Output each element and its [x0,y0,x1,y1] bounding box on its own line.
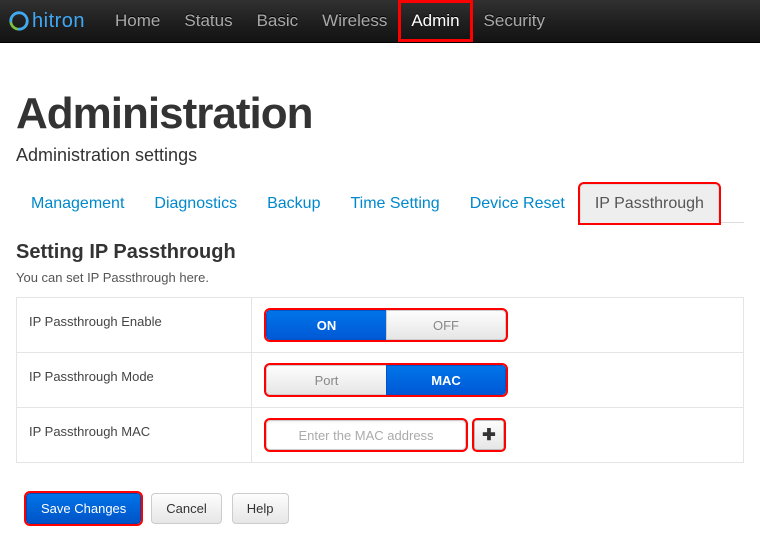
mac-address-input[interactable] [266,420,466,450]
label-passthrough-enable: IP Passthrough Enable [17,298,252,352]
brand-logo: hitron [8,10,85,33]
settings-table: IP Passthrough Enable ON OFF IP Passthro… [16,297,744,463]
mode-mac-button[interactable]: MAC [386,365,506,395]
save-changes-button[interactable]: Save Changes [26,493,141,524]
control-passthrough-mac: ✚ [252,408,743,462]
nav-home[interactable]: Home [103,1,172,41]
plus-icon: ✚ [482,425,495,445]
help-button[interactable]: Help [232,493,289,524]
add-mac-button[interactable]: ✚ [474,420,504,450]
label-passthrough-mac: IP Passthrough MAC [17,408,252,462]
mode-port-button[interactable]: Port [266,365,386,395]
section-desc: You can set IP Passthrough here. [16,270,744,285]
cancel-button[interactable]: Cancel [151,493,221,524]
row-mac: IP Passthrough MAC ✚ [17,408,743,462]
enable-on-button[interactable]: ON [266,310,386,340]
tab-device-reset[interactable]: Device Reset [455,184,580,223]
nav-wireless[interactable]: Wireless [310,1,399,41]
action-bar: Save Changes Cancel Help [16,493,744,534]
tab-ip-passthrough[interactable]: IP Passthrough [580,184,719,223]
tab-management[interactable]: Management [16,184,139,223]
nav-admin[interactable]: Admin [399,1,471,41]
brand-swirl-icon [8,10,30,32]
tab-backup[interactable]: Backup [252,184,335,223]
control-passthrough-mode: Port MAC [252,353,743,407]
tab-diagnostics[interactable]: Diagnostics [139,184,252,223]
control-passthrough-enable: ON OFF [252,298,743,352]
page-content: Administration Administration settings M… [0,43,760,544]
page-subtitle: Administration settings [16,145,744,166]
tab-time-setting[interactable]: Time Setting [335,184,454,223]
row-mode: IP Passthrough Mode Port MAC [17,353,743,408]
top-navbar: hitron Home Status Basic Wireless Admin … [0,0,760,43]
enable-off-button[interactable]: OFF [386,310,506,340]
nav-items: Home Status Basic Wireless Admin Securit… [103,1,557,41]
nav-security[interactable]: Security [472,1,557,41]
nav-basic[interactable]: Basic [245,1,311,41]
admin-tabs: Management Diagnostics Backup Time Setti… [16,184,744,223]
brand-name: hitron [32,10,85,33]
label-passthrough-mode: IP Passthrough Mode [17,353,252,407]
nav-status[interactable]: Status [172,1,244,41]
section-title: Setting IP Passthrough [16,241,744,264]
row-enable: IP Passthrough Enable ON OFF [17,298,743,353]
page-title: Administration [16,89,744,139]
